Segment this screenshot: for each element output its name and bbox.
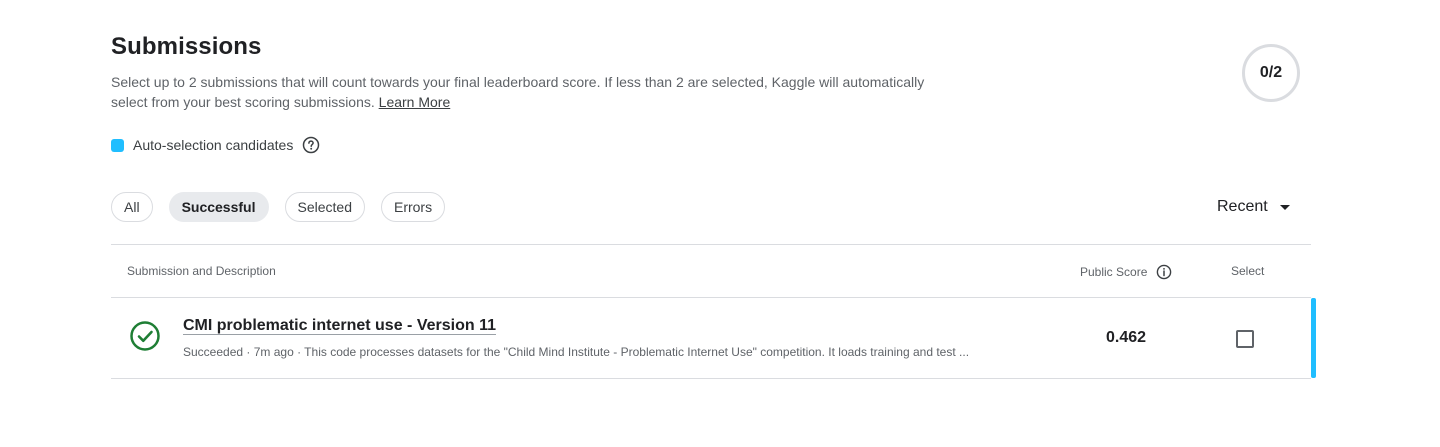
submission-meta: Succeeded · 7m ago · This code processes… [183,345,970,359]
description-text: Select up to 2 submissions that will cou… [111,74,925,110]
chip-errors[interactable]: Errors [380,192,446,222]
submission-title-link[interactable]: CMI problematic internet use - Version 1… [183,317,496,335]
select-checkbox[interactable] [1236,330,1254,348]
selection-counter: 0/2 [1242,44,1300,102]
submissions-page: Submissions Select up to 2 submissions t… [0,0,1440,447]
chip-selected[interactable]: Selected [284,192,365,222]
sort-dropdown[interactable]: Recent [1217,198,1290,216]
header-public-score-label: Public Score [1080,265,1148,279]
learn-more-link[interactable]: Learn More [379,94,451,110]
filter-chips: All Successful Selected Errors [111,192,446,222]
header-submission: Submission and Description [127,264,276,278]
legend-swatch [111,138,124,152]
chip-all[interactable]: All [111,192,153,222]
auto-selection-legend: Auto-selection candidates [111,136,320,154]
table-row: CMI problematic internet use - Version 1… [111,298,1316,378]
public-score-value: 0.462 [1106,329,1147,346]
divider [111,244,1311,245]
page-description: Select up to 2 submissions that will cou… [111,72,931,112]
caret-down-icon [1279,204,1290,210]
auto-selection-indicator [1311,298,1316,378]
header-select: Select [1231,264,1265,278]
help-circle-icon[interactable] [302,136,320,154]
chip-successful[interactable]: Successful [168,192,269,222]
divider [111,378,1311,379]
sort-label: Recent [1217,198,1268,215]
info-icon[interactable] [1156,264,1172,280]
check-circle-icon [129,320,161,352]
legend-label: Auto-selection candidates [133,137,294,153]
header-public-score: Public Score [1080,264,1172,280]
page-title: Submissions [111,33,262,60]
